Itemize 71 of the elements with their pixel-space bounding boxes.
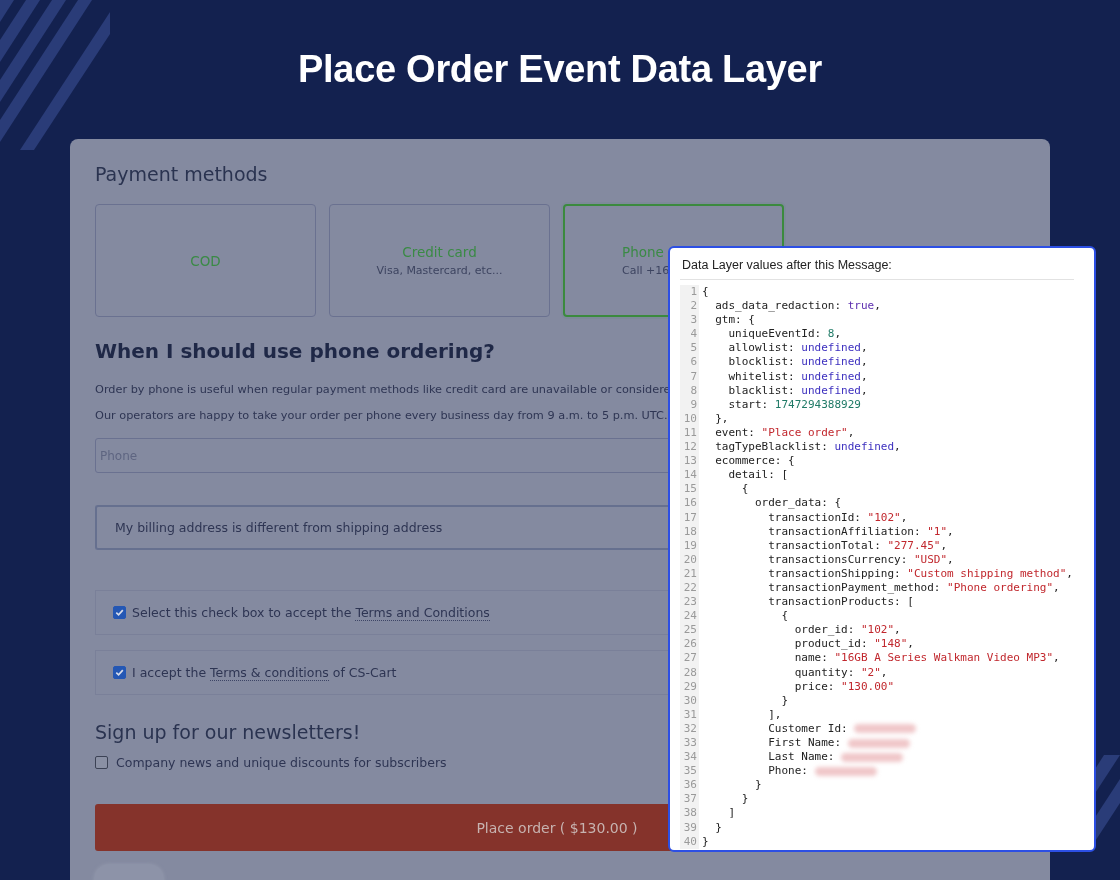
line-number: 25 (680, 623, 699, 638)
line-number: 26 (680, 637, 699, 652)
code-line: detail: [ (727, 468, 789, 483)
line-number: 15 (680, 482, 699, 497)
code-line: tagTypeBlacklist: undefined, (714, 440, 901, 455)
code-line: transactionId: "102", (767, 510, 908, 525)
line-number: 16 (680, 496, 699, 511)
code-line: gtm: { (714, 313, 755, 328)
code-line: } (714, 820, 722, 835)
code-line: ads_data_redaction: true, (714, 299, 881, 314)
code-line: } (740, 792, 749, 807)
line-number: 35 (680, 764, 699, 779)
code-line: blacklist: undefined, (727, 383, 868, 398)
agreement-text: Select this check box to accept the Terms and Conditions (132, 605, 490, 620)
line-number: 1 (680, 285, 699, 300)
line-number: 4 (680, 327, 699, 342)
code-line: ], (767, 707, 782, 722)
agreement-text: I accept the Terms & conditions of CS-Cart (132, 665, 397, 680)
line-number: 24 (680, 609, 699, 624)
code-line: blocklist: undefined, (727, 355, 868, 370)
section-heading: When I should use phone ordering? (95, 339, 495, 363)
line-number: 12 (680, 440, 699, 455)
section-heading: Sign up for our newsletters! (95, 721, 361, 743)
line-number: 38 (680, 806, 699, 821)
code-line: } (780, 693, 789, 708)
checkbox-label: Company news and unique discounts for subscribers (116, 755, 447, 770)
code-line: transactionPayment_method: "Phone ordering", (767, 580, 1060, 596)
code-line: price: "130.00" (793, 679, 895, 694)
code-line: transactionsCurrency: "USD", (767, 552, 954, 567)
line-number: 34 (680, 750, 699, 765)
code-line: allowlist: undefined, (727, 341, 868, 356)
line-number: 23 (680, 595, 699, 610)
code-line: uniqueEventId: 8, (727, 327, 842, 342)
code-line: transactionProducts: [ (767, 595, 914, 610)
section-heading: Payment methods (95, 163, 269, 185)
paragraph-text: Our operators are happy to take your order per phone every business day from 9 a.m. to 5 p.m. UTC. (95, 409, 668, 422)
code-line: start: 1747294388929 (727, 397, 861, 412)
code-line: name: "16GB A Series Walkman Video MP3", (793, 651, 1060, 666)
line-number: 27 (680, 651, 699, 666)
code-line: transactionTotal: "277.45", (767, 538, 948, 553)
code-line: First Name: (767, 736, 843, 751)
code-line: Last Name: (767, 750, 836, 765)
code-line: event: "Place order", (714, 425, 855, 441)
code-line: } (702, 834, 709, 849)
code-line: Customer Id: (767, 721, 849, 736)
code-line: { (740, 482, 749, 497)
line-number: 2 (680, 299, 699, 314)
code-line: { (780, 609, 789, 624)
line-number: 3 (680, 313, 699, 328)
code-line: quantity: "2", (793, 665, 888, 680)
code-line: ecommerce: { (714, 454, 795, 469)
line-number: 5 (680, 341, 699, 356)
page-title: Place Order Event Data Layer (298, 47, 822, 91)
code-line: transactionAffiliation: "1", (767, 524, 954, 539)
code-line: ] (727, 806, 736, 821)
popup-title: Data Layer values after this Message: (680, 248, 1074, 280)
code-line: transactionShipping: "Custom shipping method", (767, 566, 1073, 581)
line-number: 14 (680, 468, 699, 483)
code-line: whitelist: undefined, (727, 369, 868, 384)
code-line: { (702, 285, 709, 300)
line-number: 37 (680, 792, 699, 807)
code-line: }, (714, 411, 729, 426)
code-line: order_id: "102", (793, 623, 901, 638)
code-line: product_id: "148", (793, 637, 914, 652)
line-number: 6 (680, 355, 699, 370)
line-number: 33 (680, 736, 699, 751)
line-number: 13 (680, 454, 699, 469)
line-number: 36 (680, 778, 699, 793)
code-line: Phone: (767, 764, 809, 779)
code-line: } (753, 778, 762, 793)
paragraph-text: Order by phone is useful when regular payment methods like credit card are unavailable or considere (95, 383, 671, 396)
